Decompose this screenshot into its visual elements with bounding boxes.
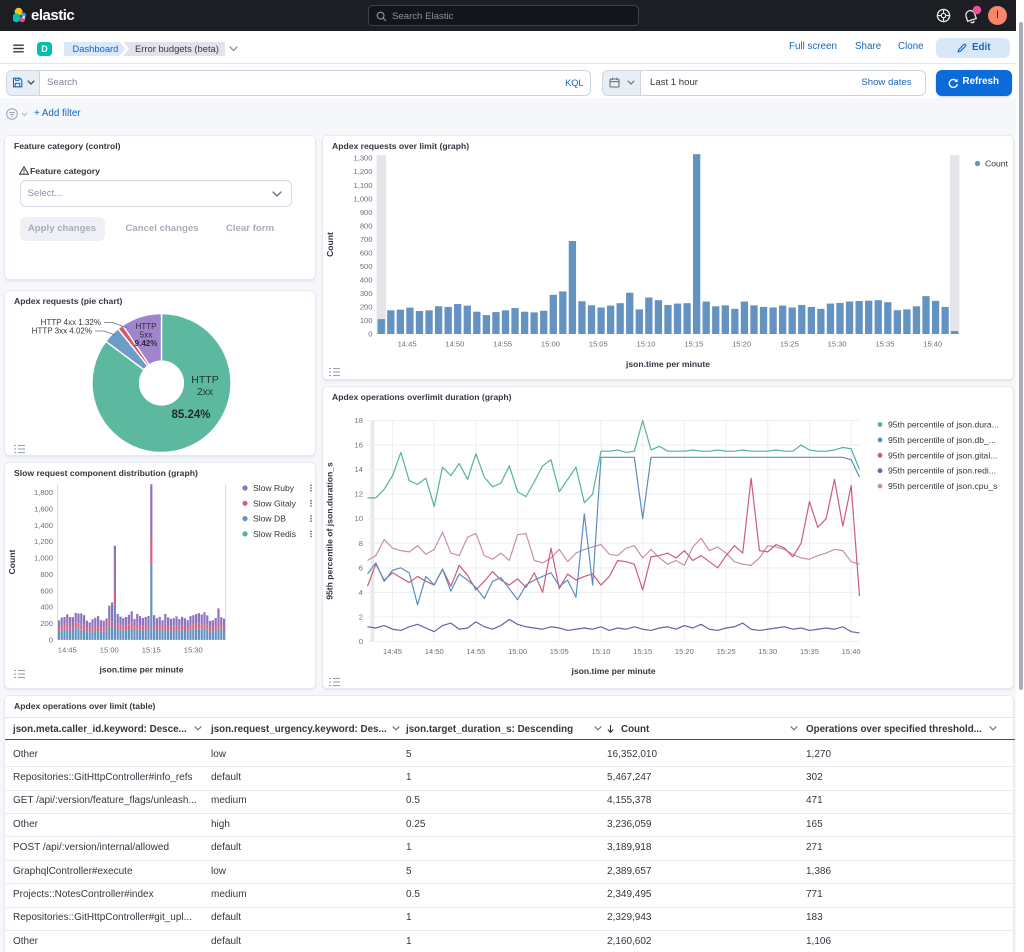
svg-text:9.42%: 9.42%	[135, 339, 158, 348]
svg-text:95th percentile of json.redi..: 95th percentile of json.redi...	[888, 465, 996, 475]
svg-text:1,300: 1,300	[353, 153, 372, 162]
svg-text:json.time per minute: json.time per minute	[625, 359, 710, 369]
svg-text:15:40: 15:40	[842, 647, 861, 656]
svg-text:15:00: 15:00	[508, 647, 527, 656]
svg-text:Count: Count	[7, 549, 17, 574]
svg-text:0: 0	[359, 637, 363, 646]
svg-text:15:10: 15:10	[637, 339, 656, 348]
svg-text:14:50: 14:50	[445, 339, 464, 348]
svg-text:json.time per minute: json.time per minute	[98, 665, 183, 675]
svg-text:10: 10	[355, 514, 363, 523]
svg-text:14:55: 14:55	[466, 647, 485, 656]
svg-text:15:30: 15:30	[758, 647, 777, 656]
svg-text:15:15: 15:15	[142, 646, 161, 655]
svg-text:1,800: 1,800	[34, 488, 53, 497]
svg-text:json.time per minute: json.time per minute	[570, 666, 655, 676]
svg-text:15:05: 15:05	[550, 647, 569, 656]
svg-text:2: 2	[359, 612, 363, 621]
svg-text:14:45: 14:45	[58, 646, 77, 655]
svg-text:200: 200	[360, 302, 373, 311]
svg-text:95th percentile of json.gital.: 95th percentile of json.gital...	[888, 450, 997, 460]
svg-text:95th percentile of json.durati: 95th percentile of json.duration_s	[325, 462, 335, 600]
svg-text:1,100: 1,100	[353, 180, 372, 189]
svg-text:14:45: 14:45	[383, 647, 402, 656]
svg-text:15:15: 15:15	[633, 647, 652, 656]
svg-text:1,600: 1,600	[34, 504, 53, 513]
svg-text:15:10: 15:10	[591, 647, 610, 656]
svg-text:1,200: 1,200	[34, 537, 53, 546]
svg-text:700: 700	[360, 234, 373, 243]
svg-text:800: 800	[360, 221, 373, 230]
svg-text:600: 600	[40, 586, 53, 595]
svg-text:12: 12	[355, 489, 363, 498]
svg-text:14:50: 14:50	[425, 647, 444, 656]
svg-text:1,200: 1,200	[353, 167, 372, 176]
svg-text:15:40: 15:40	[923, 339, 942, 348]
svg-text:800: 800	[40, 570, 53, 579]
svg-text:16: 16	[355, 440, 363, 449]
svg-text:15:05: 15:05	[589, 339, 608, 348]
svg-text:15:30: 15:30	[828, 339, 847, 348]
svg-text:HTTP 3xx 4.02%: HTTP 3xx 4.02%	[32, 326, 92, 335]
svg-text:14:55: 14:55	[493, 339, 512, 348]
svg-text:95th percentile of json.dura..: 95th percentile of json.dura...	[888, 419, 999, 429]
svg-text:Slow Ruby: Slow Ruby	[253, 483, 295, 493]
svg-text:8: 8	[359, 538, 363, 547]
svg-text:15:25: 15:25	[717, 647, 736, 656]
svg-text:4: 4	[359, 587, 363, 596]
svg-text:15:35: 15:35	[800, 647, 819, 656]
svg-text:95th percentile of json.cpu_s: 95th percentile of json.cpu_s	[888, 481, 997, 491]
svg-text:95th percentile of json.db_...: 95th percentile of json.db_...	[888, 434, 996, 444]
svg-text:900: 900	[360, 207, 373, 216]
svg-text:300: 300	[360, 288, 373, 297]
svg-text:6: 6	[359, 563, 363, 572]
svg-text:0: 0	[368, 329, 372, 338]
svg-text:1,400: 1,400	[34, 521, 53, 530]
svg-text:15:35: 15:35	[875, 339, 894, 348]
svg-text:85.24%: 85.24%	[171, 409, 210, 421]
svg-text:500: 500	[360, 261, 373, 270]
svg-text:15:00: 15:00	[541, 339, 560, 348]
svg-text:15:20: 15:20	[675, 647, 694, 656]
svg-text:Count: Count	[325, 231, 335, 256]
svg-text:Count: Count	[985, 158, 1009, 168]
svg-text:15:00: 15:00	[100, 646, 119, 655]
svg-text:Slow DB: Slow DB	[253, 514, 286, 524]
svg-text:18: 18	[355, 416, 363, 425]
svg-text:14: 14	[355, 465, 363, 474]
svg-text:15:20: 15:20	[732, 339, 751, 348]
svg-text:HTTP: HTTP	[191, 374, 218, 386]
svg-text:15:25: 15:25	[780, 339, 799, 348]
svg-text:2xx: 2xx	[197, 386, 214, 398]
svg-text:200: 200	[40, 619, 53, 628]
svg-text:400: 400	[40, 603, 53, 612]
svg-text:1,000: 1,000	[353, 194, 372, 203]
svg-text:1,000: 1,000	[34, 554, 53, 563]
svg-text:400: 400	[360, 275, 373, 284]
svg-text:600: 600	[360, 248, 373, 257]
svg-text:100: 100	[360, 315, 373, 324]
svg-text:14:45: 14:45	[398, 339, 417, 348]
svg-text:Slow Gitaly: Slow Gitaly	[253, 498, 297, 508]
svg-text:0: 0	[49, 636, 53, 645]
svg-text:15:15: 15:15	[684, 339, 703, 348]
svg-text:Slow Redis: Slow Redis	[253, 529, 296, 539]
svg-text:15:30: 15:30	[184, 646, 203, 655]
